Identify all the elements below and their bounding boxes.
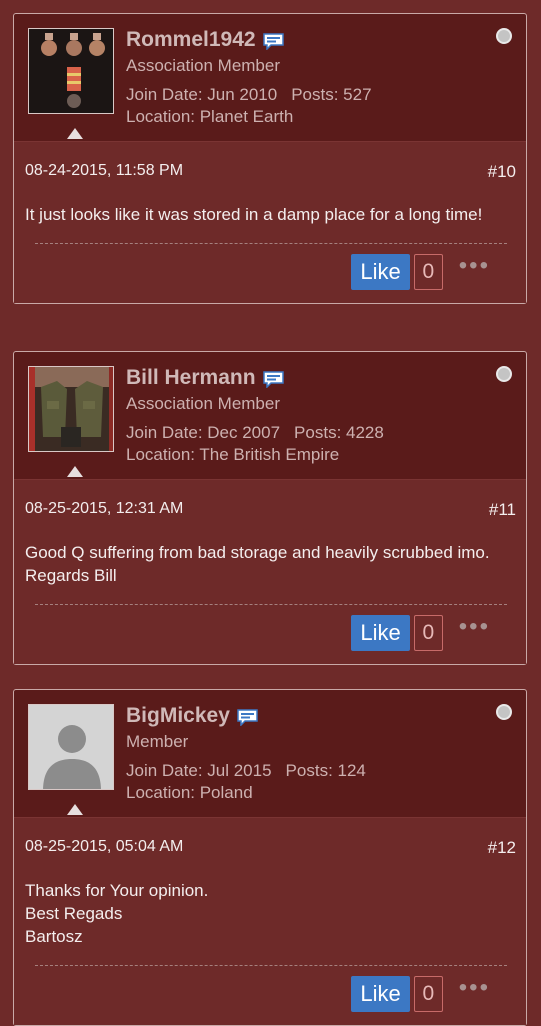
- avatar[interactable]: [28, 704, 114, 790]
- post-timestamp: 08-25-2015, 05:04 AM: [25, 838, 184, 855]
- post-body: 08-25-2015, 05:04 AM #12 Thanks for Your…: [14, 817, 526, 1025]
- user-location: Location: Poland: [126, 783, 253, 802]
- user-rank: Association Member: [126, 56, 281, 75]
- post-actions: Like 0 •••: [25, 244, 516, 303]
- post-timestamp: 08-25-2015, 12:31 AM: [25, 500, 184, 517]
- post-meta: 08-25-2015, 05:04 AM #12: [25, 818, 516, 858]
- avatar-caret-icon: [67, 466, 83, 477]
- user-location: Location: The British Empire: [126, 445, 340, 464]
- join-date: Join Date: Dec 2007: [126, 423, 281, 442]
- user-location: Location: Planet Earth: [126, 107, 294, 126]
- post-header: BigMickey Member Join Date: Jul 2015 Post…: [14, 690, 526, 817]
- post-number-link[interactable]: #12: [488, 838, 516, 858]
- post-card: BigMickey Member Join Date: Jul 2015 Post…: [13, 689, 527, 1026]
- post-actions: Like 0 •••: [25, 966, 516, 1025]
- speech-bubble-icon[interactable]: [262, 32, 284, 51]
- join-date: Join Date: Jul 2015: [126, 761, 272, 780]
- speech-bubble-icon[interactable]: [237, 708, 258, 727]
- post-body: 08-25-2015, 12:31 AM #11 Good Q sufferin…: [14, 479, 526, 664]
- user-stats: Join Date: Dec 2007 Posts: 4228: [126, 423, 384, 443]
- avatar-caret-icon: [67, 128, 83, 139]
- offline-status-icon: [496, 704, 512, 720]
- post-card: Rommel1942 Association Member Join Date:…: [13, 13, 527, 304]
- post-text-line: Bartosz: [25, 927, 83, 946]
- post-meta: 08-24-2015, 11:58 PM #10: [25, 142, 516, 182]
- user-stats: Join Date: Jul 2015 Posts: 124: [126, 761, 366, 781]
- post-text-line: Thanks for Your opinion.: [25, 881, 209, 900]
- username-row: Bill Hermann: [126, 366, 284, 390]
- like-button[interactable]: Like: [351, 976, 410, 1012]
- join-date: Join Date: Jun 2010: [126, 85, 278, 104]
- username-link[interactable]: BigMickey: [126, 704, 230, 728]
- like-count: 0: [413, 976, 443, 1012]
- avatar[interactable]: [28, 28, 114, 114]
- post-number-link[interactable]: #11: [489, 500, 516, 520]
- post-card: Bill Hermann Association Member Join Dat…: [13, 351, 527, 665]
- post-text: Good Q suffering from bad storage and he…: [25, 543, 490, 585]
- like-count: 0: [413, 254, 443, 290]
- offline-status-icon: [496, 28, 512, 44]
- username-row: BigMickey: [126, 704, 258, 728]
- like-count: 0: [413, 615, 443, 651]
- post-header: Bill Hermann Association Member Join Dat…: [14, 352, 526, 479]
- post-meta: 08-25-2015, 12:31 AM #11: [25, 480, 516, 520]
- post-header: Rommel1942 Association Member Join Date:…: [14, 14, 526, 141]
- post-count: Posts: 527: [291, 85, 372, 104]
- username-link[interactable]: Rommel1942: [126, 28, 256, 52]
- user-stats: Join Date: Jun 2010 Posts: 527: [126, 85, 372, 105]
- avatar-caret-icon: [67, 804, 83, 815]
- post-timestamp: 08-24-2015, 11:58 PM: [25, 162, 184, 179]
- more-options-icon[interactable]: •••: [459, 252, 490, 280]
- like-button[interactable]: Like: [351, 254, 410, 290]
- post-text: Thanks for Your opinion. Best Regads Bar…: [25, 858, 516, 948]
- user-rank: Member: [126, 732, 189, 751]
- avatar[interactable]: [28, 366, 114, 452]
- speech-bubble-icon[interactable]: [262, 370, 284, 389]
- post-count: Posts: 4228: [294, 423, 384, 442]
- post-text-line: Best Regads: [25, 904, 123, 923]
- offline-status-icon: [496, 366, 512, 382]
- more-options-icon[interactable]: •••: [459, 613, 490, 641]
- post-count: Posts: 124: [285, 761, 366, 780]
- like-button[interactable]: Like: [351, 615, 410, 651]
- more-options-icon[interactable]: •••: [459, 974, 490, 1002]
- post-actions: Like 0 •••: [25, 605, 516, 664]
- username-link[interactable]: Bill Hermann: [126, 366, 256, 390]
- post-text: It just looks like it was stored in a da…: [25, 205, 483, 224]
- username-row: Rommel1942: [126, 28, 284, 52]
- user-rank: Association Member: [126, 394, 281, 413]
- post-number-link[interactable]: #10: [488, 162, 516, 182]
- post-body: 08-24-2015, 11:58 PM #10 It just looks l…: [14, 141, 526, 303]
